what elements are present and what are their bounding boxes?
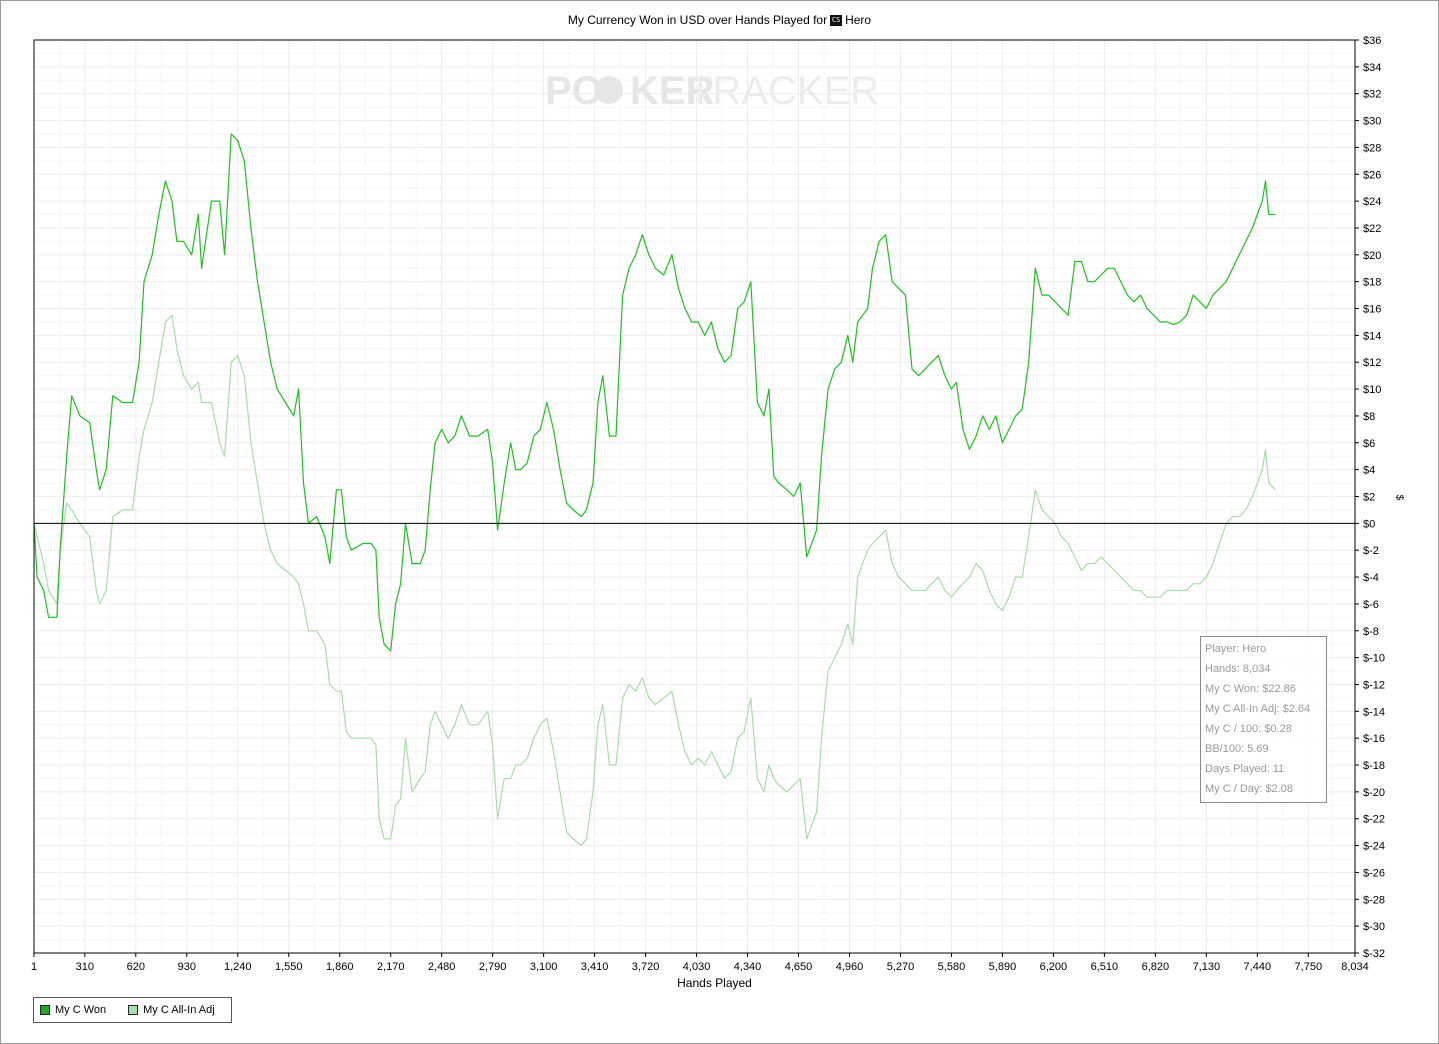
y-tick-label: $-30 [1363,921,1385,933]
x-tick-label: 930 [178,961,196,973]
x-tick-label: 310 [76,961,94,973]
y-tick-label: $-24 [1363,841,1385,853]
y-tick-label: $-10 [1363,653,1385,665]
legend-swatch-allin [128,1005,139,1015]
y-tick-label: $36 [1363,35,1381,47]
y-tick-label: $22 [1363,223,1381,235]
legend-swatch-won [40,1005,50,1015]
x-axis-label: Hands Played [677,976,752,990]
legend-item-won: My C Won [40,1004,106,1016]
x-tick-label: 1,240 [224,961,252,973]
y-tick-label: $6 [1363,438,1375,450]
x-tick-label: 7,440 [1244,961,1272,973]
y-tick-label: $-12 [1363,679,1385,691]
y-tick-label: $26 [1363,169,1381,181]
y-tick-label: $8 [1363,411,1375,423]
legend-label-allin: My C All-In Adj [143,1004,215,1016]
y-tick-label: $-6 [1363,599,1379,611]
x-tick-label: 4,650 [785,961,813,973]
stat-hands: Hands: 8,034 [1205,663,1271,675]
stats-box: Player: Hero Hands: 8,034 My C Won: $22.… [1200,636,1327,803]
y-tick-label: $-22 [1363,814,1385,826]
x-tick-label: 3,720 [632,961,660,973]
y-tick-label: $4 [1363,465,1375,477]
x-tick-label: 3,100 [530,961,558,973]
y-tick-label: $30 [1363,116,1381,128]
x-tick-label: 2,480 [428,961,456,973]
x-tick-label: 2,170 [377,961,405,973]
y-axis-unit-label: $ [1393,494,1405,501]
y-tick-label: $-28 [1363,894,1385,906]
x-tick-label: 4,960 [836,961,864,973]
x-tick-label: 4,340 [734,961,762,973]
x-tick-label: 7,130 [1193,961,1221,973]
stat-bb-100: BB/100: 5.69 [1205,743,1269,755]
watermark-chip-icon [595,76,623,104]
y-tick-label: $-20 [1363,787,1385,799]
y-tick-label: $18 [1363,277,1381,289]
x-tick-label: 3,410 [581,961,609,973]
x-tick-label: 6,510 [1091,961,1119,973]
stat-allin-adj: My C All-In Adj: $2.64 [1205,703,1311,715]
grid [33,39,1356,954]
x-tick-label: 6,820 [1142,961,1170,973]
watermark: PO KER TRACKER [545,69,879,113]
y-tick-label: $2 [1363,492,1375,504]
stat-player: Player: Hero [1205,643,1267,655]
watermark-text-c: TRACKER [688,69,879,113]
y-tick-label: $14 [1363,330,1381,342]
legend-label-won: My C Won [55,1004,107,1016]
y-tick-label: $-26 [1363,867,1385,879]
x-tick-label: 4,030 [683,961,711,973]
legend: My C Won My C All-In Adj [33,997,232,1023]
x-tick-label: 620 [127,961,145,973]
y-tick-label: $-2 [1363,545,1379,557]
y-tick-label: $34 [1363,62,1381,74]
stat-per-100: My C / 100: $0.28 [1205,723,1292,735]
y-tick-label: $32 [1363,89,1381,101]
y-tick-label: $10 [1363,384,1381,396]
series-layer [33,133,1276,847]
watermark-text-a: PO [545,69,603,113]
y-tick-label: $-16 [1363,733,1385,745]
x-tick-label: 2,790 [479,961,507,973]
x-tick-label: 5,890 [989,961,1017,973]
y-tick-label: $12 [1363,357,1381,369]
y-tick-label: $0 [1363,518,1375,530]
y-tick-label: $-18 [1363,760,1385,772]
y-tick-label: $-4 [1363,572,1379,584]
series-line-my-c-all-in-adj [33,314,1276,847]
x-tick-label: 6,200 [1040,961,1068,973]
y-tick-label: $-8 [1363,626,1379,638]
x-tick-label: 1,550 [275,961,303,973]
axes: $36 $34 $32 $30 $28 $26 $24 $22 $20 $18 $16 $14 $12 $… [31,35,1385,990]
y-tick-label: $-14 [1363,706,1385,718]
y-tick-label: $20 [1363,250,1381,262]
legend-item-allin: My C All-In Adj [128,1004,215,1016]
x-tick-label: 1,860 [326,961,354,973]
x-tick-label: 5,270 [887,961,915,973]
x-tick-label: 5,580 [938,961,966,973]
x-tick-label: 1 [31,961,37,973]
chart-svg: PO KER TRACKER $36$34$32$30$28$26$24$22$… [31,35,1385,990]
series-line-my-c-won [33,133,1276,652]
x-tick-label: 8,034 [1341,961,1369,973]
y-tick-label: $-32 [1363,948,1385,960]
y-tick-label: $28 [1363,142,1381,154]
y-tick-label: $24 [1363,196,1381,208]
x-tick-label: 7,750 [1295,961,1323,973]
stat-won: My C Won: $22.86 [1205,683,1296,695]
y-tick-label: $16 [1363,304,1381,316]
stat-per-day: My C / Day: $2.08 [1205,783,1294,795]
stat-days-played: Days Played: 11 [1205,763,1285,775]
